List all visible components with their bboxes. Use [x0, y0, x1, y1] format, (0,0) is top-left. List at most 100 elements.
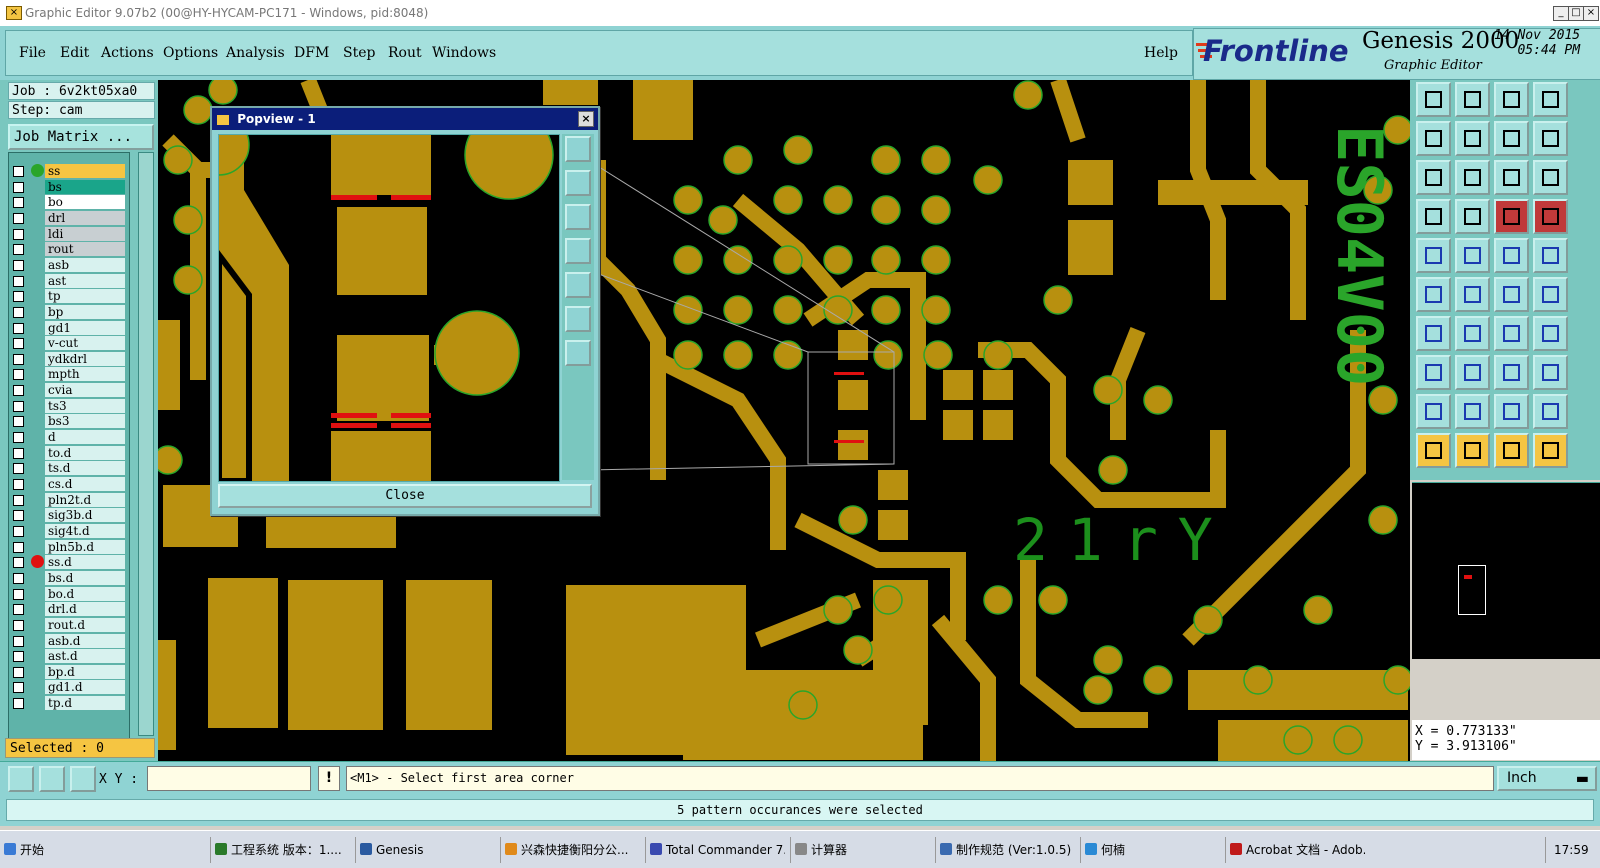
copy-icon[interactable]	[1533, 355, 1568, 390]
unit-selector[interactable]: Inch ▬	[1497, 766, 1597, 791]
zoom-more-icon[interactable]	[1533, 121, 1568, 156]
layer-checkbox[interactable]	[13, 369, 24, 381]
layer-checkbox[interactable]	[13, 181, 24, 193]
popview-pan-right-icon[interactable]	[565, 272, 591, 298]
grid-view-icon[interactable]	[1455, 199, 1490, 234]
resize-icon[interactable]	[1494, 355, 1529, 390]
arc-shape-icon[interactable]	[1494, 394, 1529, 429]
minimize-button[interactable]: _	[1553, 6, 1569, 21]
layer-checkbox[interactable]	[13, 306, 24, 318]
layer-checkbox[interactable]	[13, 557, 24, 569]
layer-scrollbar[interactable]	[138, 152, 154, 736]
next-icon[interactable]	[1455, 121, 1490, 156]
layer-row[interactable]: gd1	[9, 320, 129, 336]
layer-row[interactable]: sig3b.d	[9, 507, 129, 523]
layer-checkbox[interactable]	[13, 682, 24, 694]
popview-close-button[interactable]: Close	[218, 484, 592, 508]
snap-red-icon[interactable]	[1494, 199, 1529, 234]
layer-row[interactable]: asb.d	[9, 633, 129, 649]
prev-icon[interactable]	[1416, 121, 1451, 156]
network-icon[interactable]	[1416, 277, 1451, 312]
menu-step[interactable]: Step	[343, 45, 375, 61]
task-engineering[interactable]: 工程系统 版本：1....	[210, 837, 350, 863]
layer-checkbox[interactable]	[13, 447, 24, 459]
layer-row[interactable]: pln2t.d	[9, 492, 129, 508]
snap-blue-icon[interactable]	[1533, 199, 1568, 234]
menu-help[interactable]: Help	[1144, 45, 1178, 61]
layer-row[interactable]: rout	[9, 241, 129, 257]
popview-zoom-out-icon[interactable]	[565, 306, 591, 332]
maximize-button[interactable]: □	[1568, 6, 1584, 21]
layer-row[interactable]: sig4t.d	[9, 523, 129, 539]
layer-checkbox[interactable]	[13, 338, 24, 350]
popview-zoom-icon[interactable]	[565, 136, 591, 162]
layer-row[interactable]: bo.d	[9, 586, 129, 602]
layer-checkbox[interactable]	[13, 244, 24, 256]
zoom-icon[interactable]	[1494, 121, 1529, 156]
layer-checkbox[interactable]	[13, 228, 24, 240]
layer-checkbox[interactable]	[13, 635, 24, 647]
layer-row[interactable]: bp	[9, 304, 129, 320]
pad-icon[interactable]	[1416, 238, 1451, 273]
popview-pan-up-icon[interactable]	[565, 170, 591, 196]
task-acrobat[interactable]: Acrobat 文档 - Adob...	[1225, 837, 1365, 863]
layer-row[interactable]: ydkdrl	[9, 351, 129, 367]
menu-edit[interactable]: Edit	[60, 45, 89, 61]
popview-pan-left-icon[interactable]	[565, 238, 591, 264]
layer-checkbox[interactable]	[13, 432, 24, 444]
layer-checkbox[interactable]	[13, 541, 24, 553]
layer-row[interactable]: cvia	[9, 382, 129, 398]
layer-row[interactable]: ss	[9, 163, 129, 179]
layer-row[interactable]: bp.d	[9, 664, 129, 680]
layer-row[interactable]: gd1.d	[9, 679, 129, 695]
layer-checkbox[interactable]	[13, 166, 24, 177]
layer-row[interactable]: d	[9, 429, 129, 445]
globe-icon[interactable]	[1533, 277, 1568, 312]
popview-pan-down-icon[interactable]	[565, 204, 591, 230]
layer-checkbox[interactable]	[13, 400, 24, 412]
layer-checkbox[interactable]	[13, 572, 24, 584]
menu-analysis[interactable]: Analysis	[226, 45, 285, 61]
menu-rout[interactable]: Rout	[388, 45, 422, 61]
popview-titlebar[interactable]: Popview - 1 ×	[212, 108, 598, 130]
layer-row[interactable]: cs.d	[9, 476, 129, 492]
task-spec[interactable]: 制作规范 (Ver:1.0.5)	[935, 837, 1075, 863]
layers-icon[interactable]	[1416, 199, 1451, 234]
layer-checkbox[interactable]	[13, 197, 24, 209]
pointer-icon[interactable]	[1416, 433, 1451, 468]
task-total-commander[interactable]: Total Commander 7.0...	[645, 837, 785, 863]
layer-row[interactable]: ldi	[9, 226, 129, 242]
menu-actions[interactable]: Actions	[101, 45, 154, 61]
snap-icon[interactable]	[39, 766, 65, 792]
route-icon[interactable]	[1533, 316, 1568, 351]
fit-icon[interactable]	[1533, 82, 1568, 117]
fill-icon[interactable]	[1533, 394, 1568, 429]
menu-file[interactable]: File	[19, 45, 46, 61]
layer-checkbox[interactable]	[13, 416, 24, 428]
select-icon[interactable]	[1455, 433, 1490, 468]
layer-row[interactable]: drl	[9, 210, 129, 226]
layer-row[interactable]: ts.d	[9, 460, 129, 476]
task-calculator[interactable]: 计算器	[790, 837, 930, 863]
layer-row[interactable]: ts3	[9, 398, 129, 414]
popview-zoom-in-icon[interactable]	[565, 340, 591, 366]
triangle-icon[interactable]	[1416, 394, 1451, 429]
cross-icon[interactable]	[1455, 277, 1490, 312]
layer-row[interactable]: ast.d	[9, 648, 129, 664]
layer-checkbox[interactable]	[13, 259, 24, 271]
layer-row[interactable]: to.d	[9, 445, 129, 461]
zoom-out-icon[interactable]	[1533, 160, 1568, 195]
layer-row[interactable]: v-cut	[9, 335, 129, 351]
zoom-area-icon[interactable]	[1455, 160, 1490, 195]
layer-row[interactable]: tp	[9, 288, 129, 304]
layer-row[interactable]: pln5b.d	[9, 539, 129, 555]
zoom-fit-icon[interactable]	[1416, 160, 1451, 195]
task-browser[interactable]: 兴森快捷衡阳分公...	[500, 837, 640, 863]
ruler-icon[interactable]	[1494, 238, 1529, 273]
job-matrix-button[interactable]: Job Matrix ...	[8, 124, 154, 150]
layer-checkbox[interactable]	[13, 588, 24, 600]
home-icon[interactable]	[1416, 82, 1451, 117]
measure-icon[interactable]	[8, 766, 34, 792]
layer-row[interactable]: ss.d	[9, 554, 129, 570]
layer-checkbox[interactable]	[13, 494, 24, 506]
